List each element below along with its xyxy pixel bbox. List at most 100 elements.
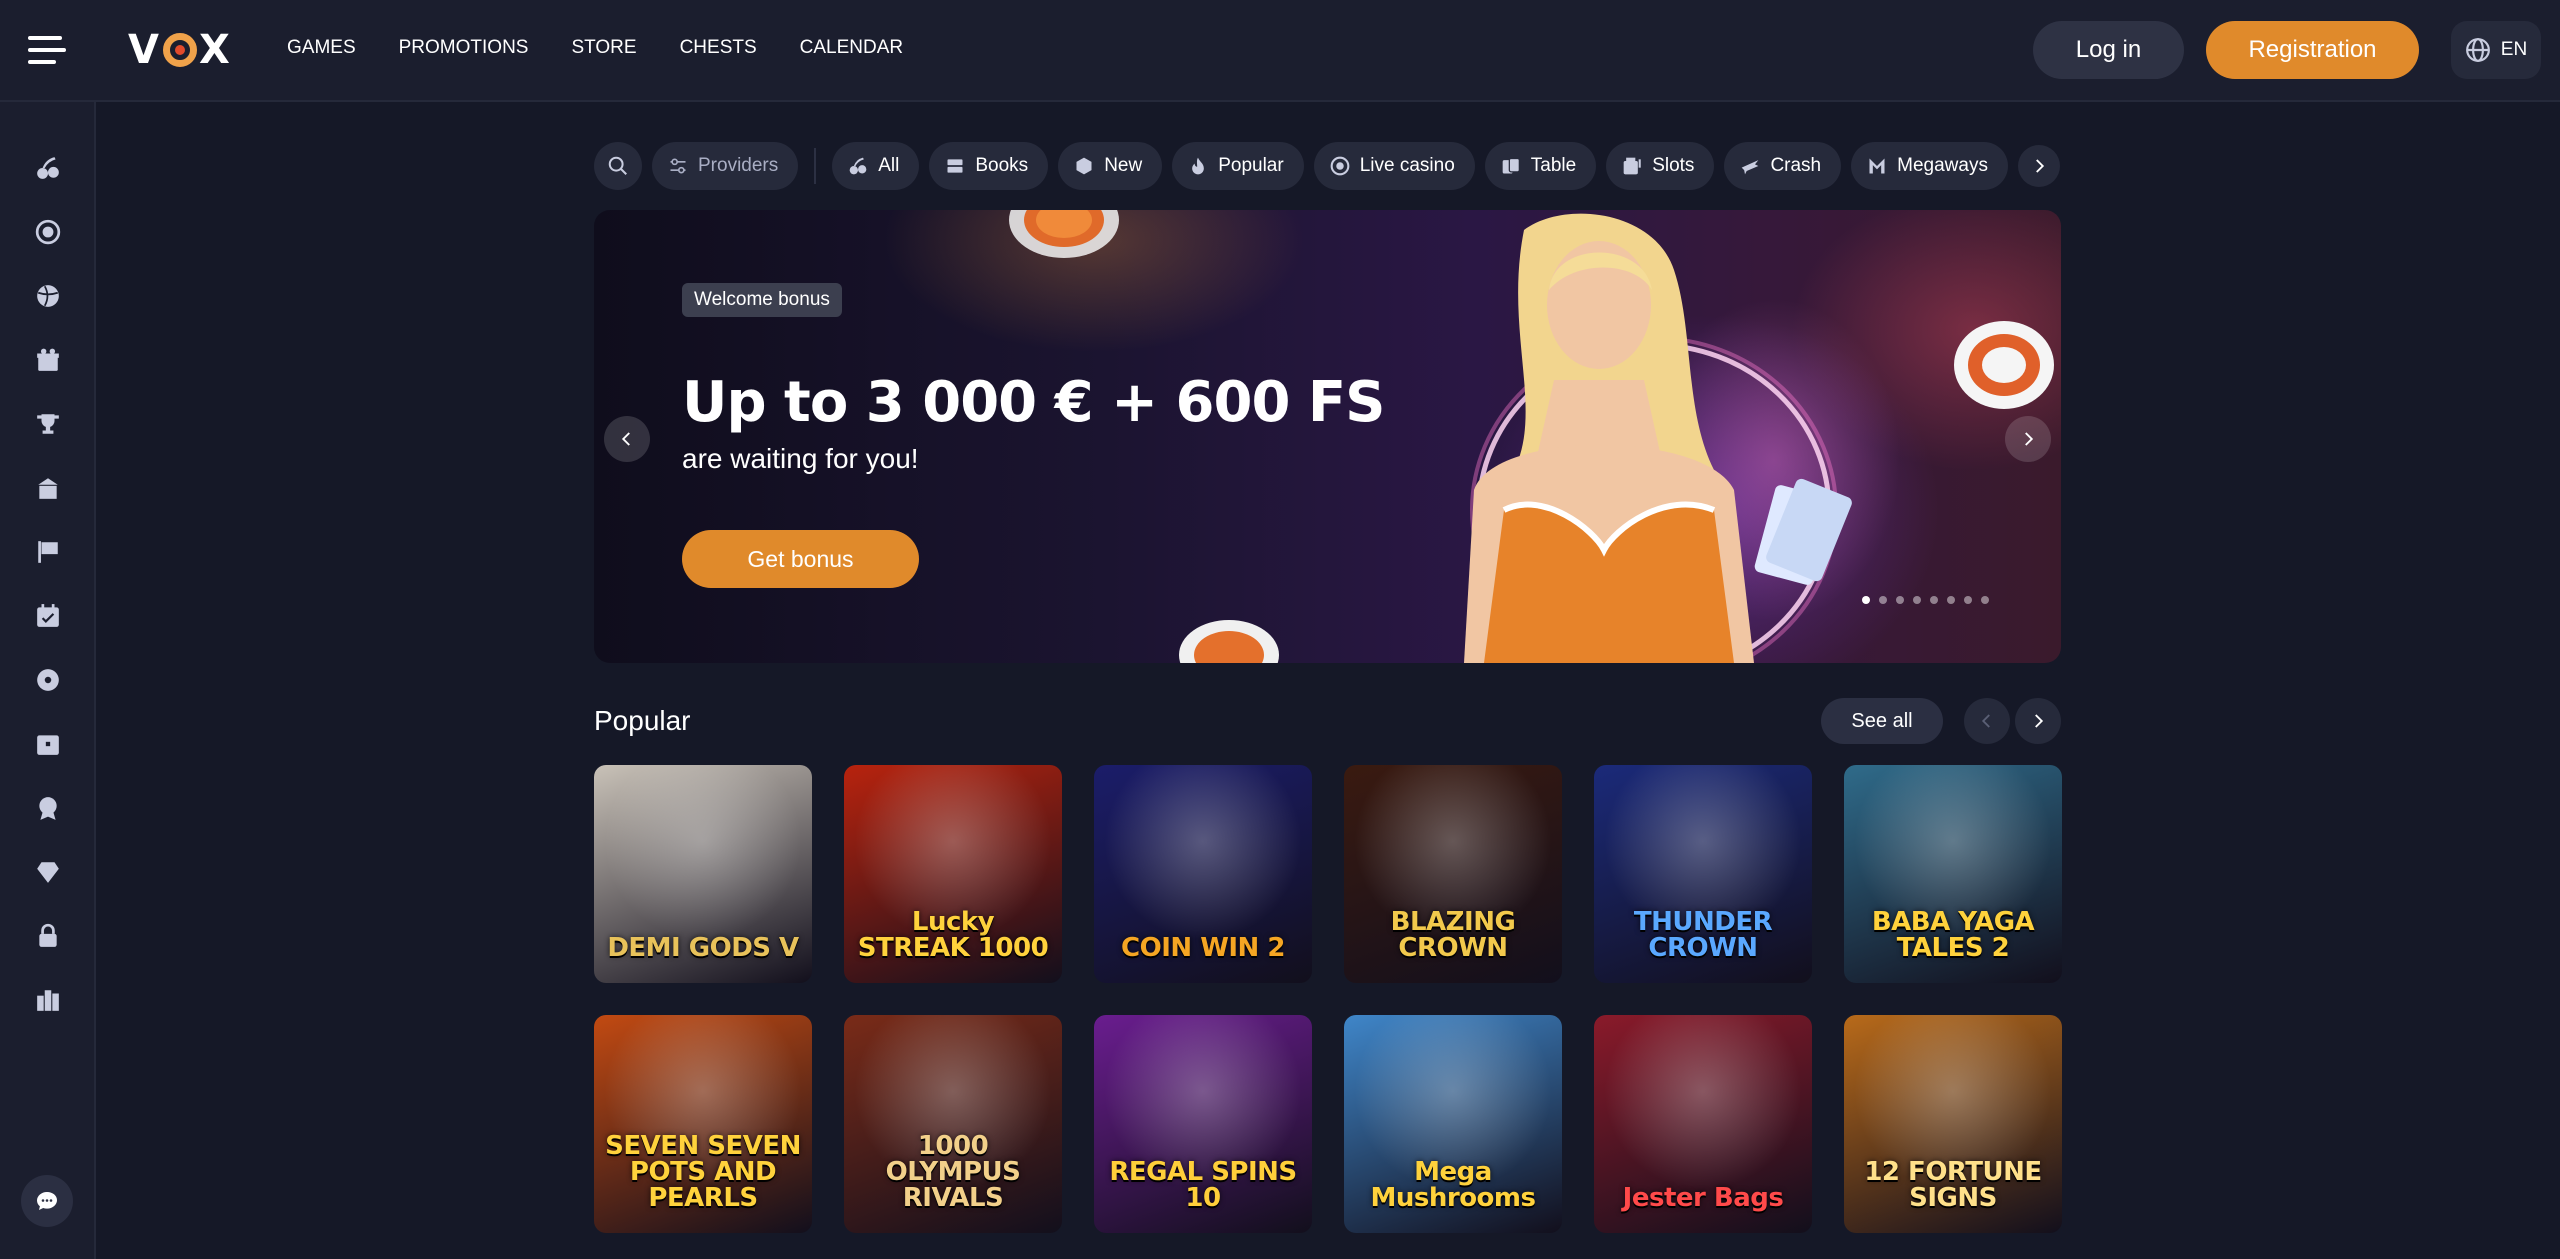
chip-label: Table	[1530, 155, 1577, 176]
chat-button[interactable]	[21, 1175, 73, 1227]
carousel-dot[interactable]	[1964, 596, 1972, 604]
game-tile[interactable]: COIN WIN 2	[1094, 765, 1312, 983]
slot-icon	[1623, 157, 1641, 175]
chip-megaways[interactable]: Megaways	[1851, 142, 2008, 190]
megaways-icon	[1869, 158, 1885, 174]
login-button[interactable]: Log in	[2033, 21, 2184, 79]
game-tile[interactable]: THUNDER CROWN	[1594, 765, 1812, 983]
lock-icon[interactable]	[33, 921, 63, 951]
main-nav: GAMES PROMOTIONS STORE CHESTS CALENDAR	[287, 37, 946, 59]
game-tile[interactable]: Mega Mushrooms	[1344, 1015, 1562, 1233]
books-icon	[947, 159, 963, 173]
game-title: 12 FORTUNE SIGNS	[1864, 1157, 2042, 1213]
logo[interactable]: VX	[128, 27, 232, 73]
game-tile[interactable]: DEMI GODS V	[594, 765, 812, 983]
nav-games[interactable]: GAMES	[287, 37, 356, 59]
nav-store[interactable]: STORE	[571, 37, 636, 59]
shop-icon[interactable]	[33, 473, 63, 503]
game-title: BABA YAGA TALES 2	[1871, 907, 2035, 963]
see-all-button[interactable]: See all	[1821, 698, 1943, 744]
chip-live-casino[interactable]: Live casino	[1313, 142, 1475, 190]
chip-books[interactable]: Books	[929, 142, 1049, 190]
providers-filter[interactable]: Providers	[652, 142, 799, 190]
gift-icon[interactable]	[33, 345, 63, 375]
casino-chip-decoration	[1179, 620, 1279, 663]
chip-icon	[1330, 156, 1350, 176]
sliders-icon	[670, 158, 686, 174]
casino-chip-decoration	[1009, 210, 1119, 258]
game-title: DEMI GODS V	[607, 933, 799, 963]
language-selector[interactable]: EN	[2451, 21, 2541, 79]
game-tile[interactable]: BLAZING CROWN	[1344, 765, 1562, 983]
carousel-dot[interactable]	[1930, 596, 1938, 604]
welcome-bonus-badge: Welcome bonus	[682, 283, 842, 317]
filters-next-button[interactable]	[2017, 145, 2060, 187]
nav-chests[interactable]: CHESTS	[680, 37, 757, 59]
game-tile[interactable]: SEVEN SEVEN POTS AND PEARLS	[594, 1015, 812, 1233]
language-label: EN	[2500, 39, 2528, 60]
get-bonus-button[interactable]: Get bonus	[682, 530, 919, 588]
carousel-dot[interactable]	[1896, 596, 1904, 604]
chip-crash[interactable]: Crash	[1724, 142, 1842, 190]
game-title: COIN WIN 2	[1121, 933, 1285, 963]
trophy-icon[interactable]	[33, 409, 63, 439]
game-title: Jester Bags	[1622, 1183, 1784, 1213]
carousel-dot[interactable]	[1947, 596, 1955, 604]
banner-title: Up to 3 000 € + 600 FS	[682, 370, 1385, 435]
hostess-illustration	[1464, 213, 1852, 663]
chip-table[interactable]: Table	[1484, 142, 1597, 190]
diamond-icon[interactable]	[33, 857, 63, 887]
carousel-dots	[1862, 596, 1989, 604]
game-tile[interactable]: BABA YAGA TALES 2	[1844, 765, 2062, 983]
game-tile[interactable]: Lucky STREAK 1000	[844, 765, 1062, 983]
chevron-right-icon	[2025, 432, 2034, 446]
calendar-icon[interactable]	[33, 601, 63, 631]
chip-all[interactable]: All	[832, 142, 920, 190]
chevron-right-icon	[2036, 159, 2045, 173]
game-tile[interactable]: Jester Bags	[1594, 1015, 1812, 1233]
cards-icon	[1502, 157, 1520, 174]
chip-label: New	[1104, 155, 1143, 176]
chip-label: Slots	[1652, 155, 1695, 176]
game-tile[interactable]: 12 FORTUNE SIGNS	[1844, 1015, 2062, 1233]
registration-button[interactable]: Registration	[2206, 21, 2419, 79]
globe-icon	[2465, 38, 2490, 62]
chip-new[interactable]: New	[1058, 142, 1163, 190]
providers-label: Providers	[698, 155, 779, 176]
chest-icon[interactable]	[33, 729, 63, 759]
game-title: BLAZING CROWN	[1390, 907, 1516, 963]
chip-popular[interactable]: Popular	[1172, 142, 1304, 190]
chip-label: Popular	[1218, 155, 1284, 176]
game-tile[interactable]: 1000 OLYMPUS RIVALS	[844, 1015, 1062, 1233]
cherries-icon[interactable]	[33, 153, 63, 183]
carousel-dot[interactable]	[1981, 596, 1989, 604]
search-button[interactable]	[594, 142, 642, 190]
carousel-dot[interactable]	[1879, 596, 1887, 604]
fire-icon	[1192, 157, 1205, 175]
section-title: Popular	[594, 705, 691, 736]
promo-banner: Welcome bonus Up to 3 000 € + 600 FS are…	[594, 210, 2061, 663]
category-filter-bar: Providers All Books New Popular Live cas…	[594, 141, 2060, 191]
medal-icon[interactable]	[33, 793, 63, 823]
popular-next-button[interactable]	[2015, 698, 2061, 744]
nav-promotions[interactable]: PROMOTIONS	[399, 37, 529, 59]
carousel-dot[interactable]	[1913, 596, 1921, 604]
game-title: THUNDER CROWN	[1633, 907, 1773, 963]
wheel-icon[interactable]	[33, 665, 63, 695]
chip-slots[interactable]: Slots	[1606, 142, 1715, 190]
cherries-icon	[849, 157, 867, 175]
game-tile[interactable]: REGAL SPINS 10	[1094, 1015, 1312, 1233]
popular-prev-button[interactable]	[1964, 698, 2010, 744]
banner-next-button[interactable]	[2005, 416, 2051, 462]
nav-calendar[interactable]: CALENDAR	[800, 37, 903, 59]
ladder-icon[interactable]	[33, 985, 63, 1015]
carousel-dot[interactable]	[1862, 596, 1870, 604]
menu-icon[interactable]	[28, 34, 66, 66]
banner-subtitle: are waiting for you!	[682, 443, 919, 474]
race-flag-icon[interactable]	[33, 537, 63, 567]
banner-prev-button[interactable]	[604, 416, 650, 462]
basketball-icon[interactable]	[33, 281, 63, 311]
roulette-icon[interactable]	[33, 217, 63, 247]
chip-label: Crash	[1770, 155, 1822, 176]
divider	[814, 148, 817, 184]
